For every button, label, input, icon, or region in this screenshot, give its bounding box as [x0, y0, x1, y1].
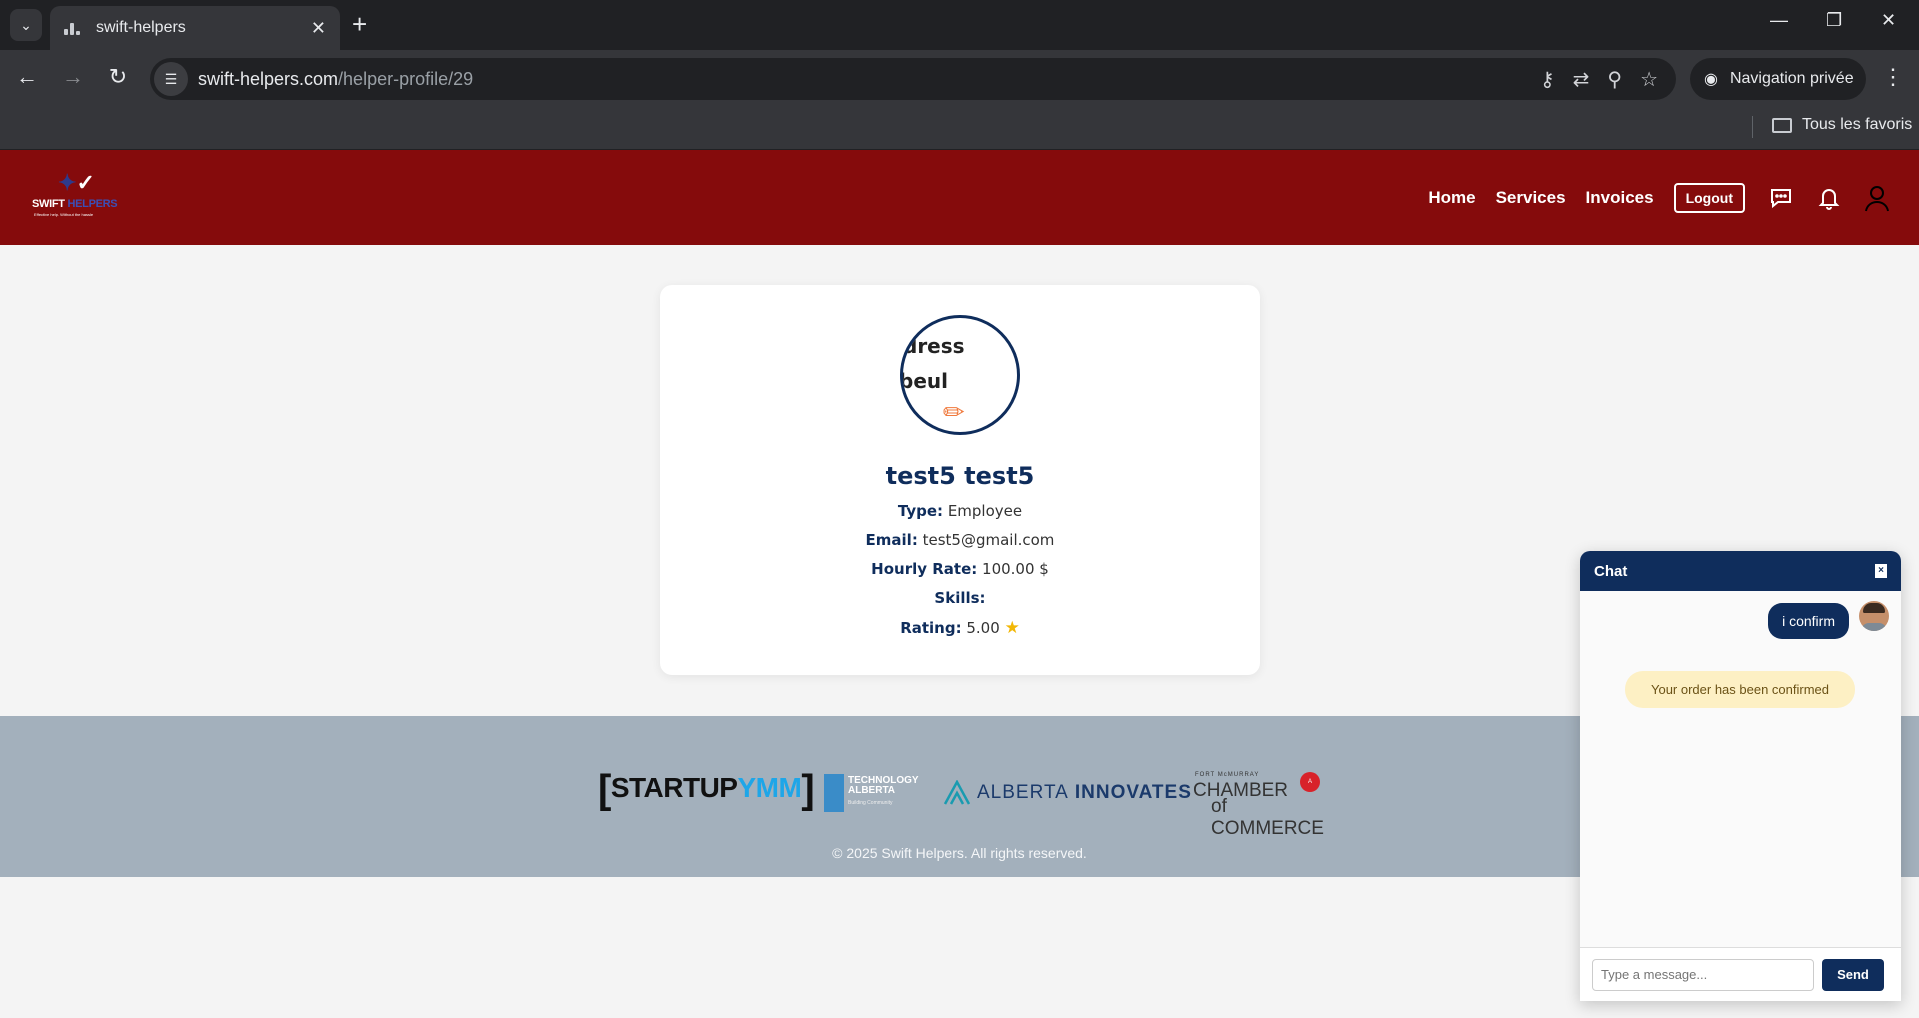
rating-value: 5.00 [966, 619, 1000, 637]
url-text[interactable]: swift-helpers.com/helper-profile/29 [198, 69, 473, 90]
profile-type-row: Type: Employee [660, 502, 1260, 520]
startup-ymm-logo[interactable]: [STARTUPYMM] [598, 770, 815, 810]
nav-services-link[interactable]: Services [1496, 188, 1566, 208]
technology-alberta-logo[interactable]: TECHNOLOGY ALBERTA Building Community [824, 774, 919, 812]
logout-button[interactable]: Logout [1673, 182, 1745, 213]
chevron-down-icon: ⌄ [20, 16, 32, 33]
reload-icon[interactable]: ↻ [103, 64, 133, 90]
profile-rating-row: Rating: 5.00 ★ [660, 618, 1260, 638]
tab-close-icon[interactable]: ✕ [311, 18, 326, 39]
all-bookmarks-label: Tous les favoris [1802, 116, 1913, 133]
browser-menu-icon[interactable]: ⋮ [1882, 64, 1904, 90]
minimize-icon[interactable]: — [1770, 10, 1788, 31]
chat-system-message: Your order has been confirmed [1625, 671, 1855, 708]
restore-icon[interactable]: ❐ [1826, 10, 1842, 31]
tab-title: swift-helpers [96, 19, 186, 36]
incognito-icon: ◉ [1704, 71, 1718, 88]
profile-avatar[interactable]: dress beul ✏ [900, 315, 1020, 435]
url-host: swift-helpers.com [198, 68, 339, 89]
url-path: /helper-profile/29 [338, 68, 474, 89]
browser-tab[interactable]: swift-helpers ✕ [50, 6, 340, 50]
incognito-label: Navigation privée [1729, 70, 1854, 87]
bookmarks-divider [1752, 116, 1753, 138]
site-logo[interactable]: ✦✓ SWIFT HELPERS Effective help. Without… [30, 168, 120, 224]
chat-message-outgoing: i confirm [1768, 603, 1849, 639]
site-info-icon[interactable]: ☰ [154, 62, 188, 96]
browser-toolbar: ← → ↻ ☰ swift-helpers.com/helper-profile… [0, 50, 1919, 108]
rating-label: Rating: [900, 619, 962, 637]
chat-close-icon[interactable]: × [1875, 564, 1887, 578]
alberta-innovates-logo[interactable]: ALBERTA INNOVATES [943, 780, 1192, 806]
new-tab-button[interactable]: + [352, 10, 367, 38]
email-label: Email: [865, 531, 918, 549]
chat-widget: Chat × i confirm Your order has been con… [1580, 551, 1901, 1001]
translate-icon[interactable]: ⇄ [1573, 67, 1590, 92]
logo-wordmark: SWIFT HELPERS [32, 198, 118, 210]
all-bookmarks-button[interactable]: Tous les favoris [1772, 116, 1912, 134]
avatar-image-text: dress [903, 334, 965, 358]
nav-invoices-link[interactable]: Invoices [1586, 188, 1654, 208]
edit-pencil-icon[interactable]: ✏ [943, 398, 965, 428]
messages-icon[interactable] [1767, 184, 1795, 212]
profile-card: dress beul ✏ test5 test5 Type: Employee … [660, 285, 1260, 675]
zoom-icon[interactable]: ⚲ [1607, 67, 1622, 92]
profile-email-row: Email: test5@gmail.com [660, 531, 1260, 549]
email-value: test5@gmail.com [922, 531, 1055, 549]
profile-skills-row: Skills: [660, 589, 1260, 607]
browser-tab-bar: ⌄ swift-helpers ✕ + — ❐ ✕ [0, 0, 1919, 50]
chat-messages: i confirm Your order has been confirmed [1580, 591, 1901, 947]
logo-tagline: Effective help. Without the hassle [34, 212, 94, 217]
bookmark-star-icon[interactable]: ☆ [1640, 67, 1658, 92]
profile-rate-row: Hourly Rate: 100.00 $ [660, 560, 1260, 578]
folder-icon [1772, 117, 1792, 133]
chat-header: Chat × [1580, 551, 1901, 591]
notification-bell-icon[interactable] [1815, 184, 1843, 212]
profile-name: test5 test5 [885, 462, 1035, 490]
avatar-image-text: beul [900, 369, 948, 393]
back-icon[interactable]: ← [12, 64, 42, 90]
skills-label: Skills: [934, 589, 986, 607]
main-nav: Home Services Invoices Logout [1428, 150, 1919, 245]
site-header: ✦✓ SWIFT HELPERS Effective help. Without… [0, 150, 1919, 245]
user-account-icon[interactable] [1863, 184, 1891, 212]
chat-compose: Send [1580, 947, 1901, 1001]
incognito-button[interactable]: ◉ Navigation privée [1690, 58, 1866, 100]
type-label: Type: [897, 502, 944, 520]
chat-message-input[interactable] [1592, 958, 1814, 991]
chat-title: Chat [1594, 562, 1628, 580]
tab-search-button[interactable]: ⌄ [10, 9, 42, 41]
alberta-innovates-icon [943, 780, 971, 805]
nav-home-link[interactable]: Home [1428, 188, 1475, 208]
rate-value: 100.00 $ [982, 560, 1049, 578]
type-value: Employee [947, 502, 1023, 520]
password-key-icon[interactable]: ⚷ [1540, 67, 1555, 92]
chat-send-button[interactable]: Send [1822, 958, 1884, 991]
forward-icon[interactable]: → [58, 64, 88, 90]
bookmarks-bar: Tous les favoris [0, 108, 1919, 150]
favicon-icon [64, 21, 82, 35]
chat-user-avatar [1859, 601, 1889, 631]
rate-label: Hourly Rate: [871, 560, 978, 578]
logo-mark-icon: ✦✓ [58, 170, 95, 195]
star-icon: ★ [1004, 618, 1020, 638]
address-bar[interactable]: ☰ swift-helpers.com/helper-profile/29 ⚷ … [150, 58, 1676, 100]
chamber-of-commerce-logo[interactable]: FORT McMURRAY CHAMBER of COMMERCE A [1193, 772, 1324, 839]
close-window-icon[interactable]: ✕ [1881, 10, 1896, 31]
